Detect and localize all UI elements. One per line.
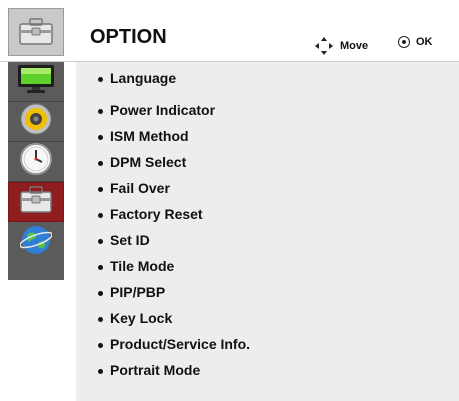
header-bar: OPTION Move OK [0, 0, 459, 62]
bullet-icon [98, 76, 103, 82]
category-sidebar [8, 62, 64, 280]
menu-item-ism-method[interactable]: ISM Method [98, 128, 189, 144]
ok-button-icon [398, 36, 410, 48]
bullet-icon [98, 264, 103, 270]
menu-item-pip-pbp[interactable]: PIP/PBP [98, 284, 165, 300]
bullet-icon [98, 342, 103, 348]
ok-hint: OK [398, 36, 433, 48]
bullet-icon [98, 368, 103, 374]
menu-item-portrait-mode[interactable]: Portrait Mode [98, 362, 200, 378]
bullet-icon [98, 186, 103, 192]
menu-item-dpm-select[interactable]: DPM Select [98, 154, 186, 170]
page-title: OPTION [90, 26, 167, 48]
menu-item-power-indicator[interactable]: Power Indicator [98, 102, 215, 118]
sidebar-item-picture[interactable] [8, 62, 64, 102]
clock-icon [20, 143, 52, 180]
sidebar-item-network[interactable] [8, 222, 64, 262]
bullet-icon [98, 238, 103, 244]
bullet-icon [98, 316, 103, 322]
option-menu-screen: OPTION Move OK Language Power Indicator … [0, 0, 459, 401]
move-hint: Move [314, 36, 368, 56]
move-arrows-icon [314, 36, 334, 56]
toolbox-icon [8, 8, 64, 56]
bullet-icon [98, 134, 103, 140]
sidebar-item-audio[interactable] [8, 102, 64, 142]
menu-item-key-lock[interactable]: Key Lock [98, 310, 172, 326]
monitor-icon [17, 64, 55, 99]
toolbox-icon [19, 185, 53, 219]
bullet-icon [98, 160, 103, 166]
speaker-icon [20, 103, 52, 140]
menu-item-tile-mode[interactable]: Tile Mode [98, 258, 174, 274]
ok-label: OK [416, 36, 433, 48]
bullet-icon [98, 212, 103, 218]
globe-icon [19, 224, 53, 261]
menu-item-factory-reset[interactable]: Factory Reset [98, 206, 203, 222]
move-label: Move [340, 40, 369, 52]
bullet-icon [98, 290, 103, 296]
option-menu-panel: Language Power Indicator ISM Method DPM … [76, 62, 459, 401]
menu-item-language[interactable]: Language [98, 70, 176, 86]
menu-item-product-service-info[interactable]: Product/Service Info. [98, 336, 250, 352]
menu-item-fail-over[interactable]: Fail Over [98, 180, 170, 196]
sidebar-item-time[interactable] [8, 142, 64, 182]
bullet-icon [98, 108, 103, 114]
sidebar-item-option[interactable] [8, 182, 64, 222]
menu-item-set-id[interactable]: Set ID [98, 232, 150, 248]
